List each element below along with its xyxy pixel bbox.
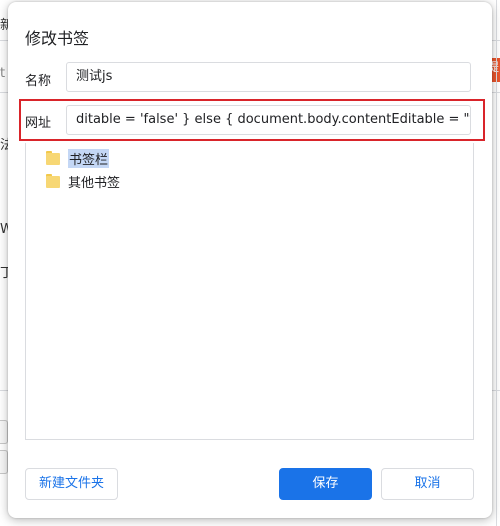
folder-label: 书签栏 [68, 148, 110, 168]
dialog-title: 修改书签 [25, 29, 90, 48]
background-text-fragment: t [0, 66, 6, 81]
background-scrollbar-edge [496, 0, 497, 526]
folder-item-bookmarks-bar[interactable]: 书签栏 [46, 148, 110, 168]
edit-bookmark-dialog: 修改书签 名称 测试js 网址 ditable = 'false' } else… [8, 2, 492, 518]
url-input[interactable]: ditable = 'false' } else { document.body… [66, 105, 471, 135]
folder-label: 其他书签 [68, 175, 121, 191]
url-label: 网址 [25, 116, 52, 131]
name-label: 名称 [25, 74, 52, 89]
folder-icon [46, 151, 60, 165]
name-input[interactable]: 测试js [66, 62, 471, 92]
new-folder-button[interactable]: 新建文件夹 [25, 468, 118, 500]
save-button[interactable]: 保存 [279, 468, 372, 500]
folder-tree[interactable]: 书签栏 其他书签 [25, 143, 474, 440]
background-button [0, 450, 8, 474]
folder-icon [46, 174, 60, 188]
folder-item-other-bookmarks[interactable]: 其他书签 [46, 172, 121, 191]
cancel-button[interactable]: 取消 [381, 468, 474, 500]
background-button [0, 420, 8, 444]
